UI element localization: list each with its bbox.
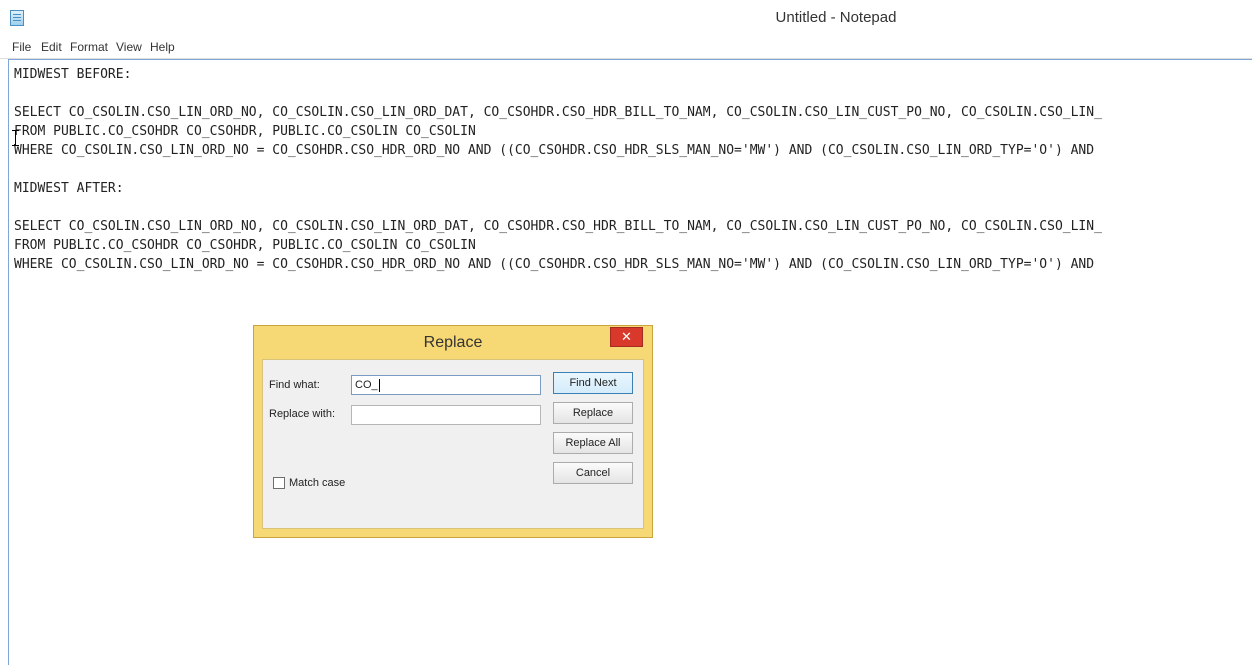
replace-with-label: Replace with: [269, 408, 336, 420]
replace-all-button[interactable]: Replace All [553, 432, 633, 454]
text-caret [378, 378, 380, 392]
menu-file[interactable]: File [12, 40, 31, 54]
editor-line: MIDWEST BEFORE: [14, 67, 132, 82]
window-title: Untitled - Notepad [775, 9, 897, 26]
menu-bar: File Edit Format View Help [0, 38, 1252, 59]
replace-button[interactable]: Replace [553, 402, 633, 424]
editor-content[interactable]: MIDWEST BEFORE: SELECT CO_CSOLIN.CSO_LIN… [14, 65, 1102, 274]
dialog-title: Replace [423, 334, 483, 351]
editor-line: SELECT CO_CSOLIN.CSO_LIN_ORD_NO, CO_CSOL… [14, 105, 1102, 120]
editor-line: WHERE CO_CSOLIN.CSO_LIN_ORD_NO = CO_CSOH… [14, 257, 1095, 272]
editor-line: WHERE CO_CSOLIN.CSO_LIN_ORD_NO = CO_CSOH… [14, 143, 1095, 158]
replace-dialog: Replace ✕ Find what: CO_ Replace with: F… [253, 325, 653, 538]
title-bar: Untitled - Notepad [0, 0, 1252, 38]
match-case-checkbox[interactable] [273, 477, 285, 489]
menu-view[interactable]: View [116, 40, 142, 54]
editor-line: SELECT CO_CSOLIN.CSO_LIN_ORD_NO, CO_CSOL… [14, 219, 1102, 234]
close-button[interactable]: ✕ [610, 327, 643, 347]
editor-line: FROM PUBLIC.CO_CSOHDR CO_CSOHDR, PUBLIC.… [14, 238, 476, 253]
replace-with-input[interactable] [351, 405, 541, 425]
menu-edit[interactable]: Edit [41, 40, 62, 54]
ibeam-cursor-icon [12, 130, 19, 146]
find-what-input[interactable]: CO_ [351, 375, 541, 395]
dialog-body: Find what: CO_ Replace with: Find Next R… [262, 359, 644, 529]
match-case-label[interactable]: Match case [289, 477, 345, 489]
find-what-label: Find what: [269, 379, 320, 391]
close-icon: ✕ [621, 329, 632, 344]
cancel-button[interactable]: Cancel [553, 462, 633, 484]
menu-format[interactable]: Format [70, 40, 108, 54]
menu-help[interactable]: Help [150, 40, 175, 54]
editor-line: MIDWEST AFTER: [14, 181, 124, 196]
editor-line: FROM PUBLIC.CO_CSOHDR CO_CSOHDR, PUBLIC.… [14, 124, 476, 139]
find-next-button[interactable]: Find Next [553, 372, 633, 394]
